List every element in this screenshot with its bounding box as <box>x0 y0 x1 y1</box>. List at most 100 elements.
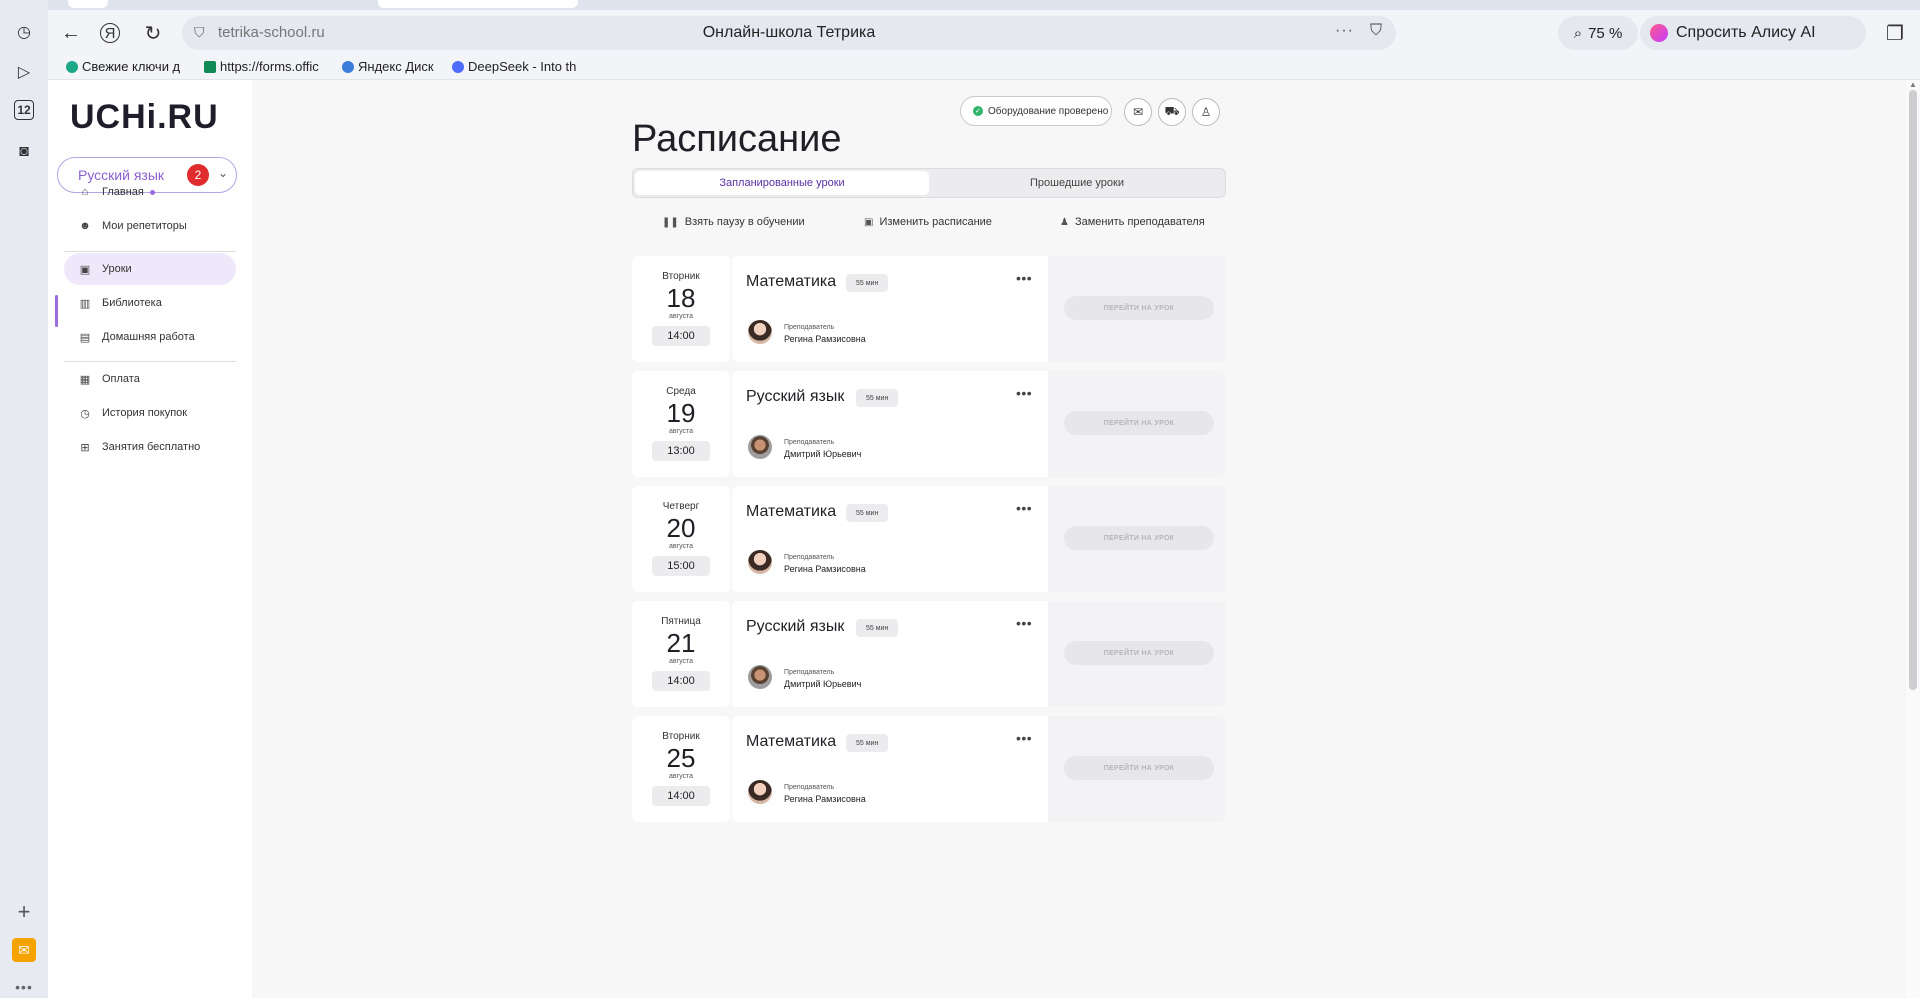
divider <box>64 361 236 362</box>
zoom-button[interactable]: ⌕ 75 % <box>1558 16 1638 50</box>
more-options-icon[interactable]: ••• <box>1016 385 1032 401</box>
equipment-check-badge[interactable]: ✓ Оборудование проверено <box>960 96 1112 126</box>
home-icon: ⌂ <box>81 186 89 198</box>
sidebar-item-homework[interactable]: ▤ Домашняя работа <box>64 321 236 353</box>
replace-teacher-button[interactable]: ♟ Заменить преподавателя <box>1060 216 1205 228</box>
sidebar-item-label: История покупок <box>102 407 188 419</box>
go-to-lesson-button[interactable]: ПЕРЕЙТИ НА УРОК <box>1064 411 1214 435</box>
lesson-row: Пятница 21 августа 14:00 Русский язык 55 мин •… <box>632 601 1226 707</box>
teacher-name: Дмитрий Юрьевич <box>784 449 862 459</box>
teacher-name: Дмитрий Юрьевич <box>784 679 862 689</box>
logo[interactable]: UCHi.RU <box>70 98 219 137</box>
cart-button[interactable]: ⛟ <box>1158 98 1186 126</box>
sidebar-item-home[interactable]: ⌂ Главная <box>64 176 236 208</box>
camera-icon[interactable]: ◙ <box>12 140 36 164</box>
add-icon[interactable]: + <box>12 899 36 924</box>
more-options-icon[interactable]: ••• <box>1016 615 1032 631</box>
lesson-subject: Русский язык <box>746 388 845 405</box>
lesson-card: Математика 55 мин ••• Преподаватель Регина Р… <box>732 716 1226 822</box>
sidebar-item-tutors[interactable]: ☻ Мои репетиторы <box>64 210 236 242</box>
lesson-duration: 55 мин <box>856 619 899 637</box>
alice-label: Спросить Алису AI <box>1676 24 1816 41</box>
more-icon[interactable]: ••• <box>12 975 36 999</box>
scroll-up-icon[interactable]: ▲ <box>1909 80 1917 89</box>
yandex-icon[interactable]: Я <box>100 23 120 43</box>
calendar-icon: ▣ <box>79 263 91 276</box>
reload-icon[interactable]: ↻ <box>140 20 166 46</box>
bookmark-item[interactable]: https://forms.offic <box>204 59 334 74</box>
lesson-duration: 55 мин <box>846 504 889 522</box>
lesson-time: 14:00 <box>652 326 710 346</box>
tab[interactable] <box>68 0 108 8</box>
lesson-day: 19 <box>666 398 696 428</box>
chat-button[interactable]: ✉ <box>1124 98 1152 126</box>
sidebar-item-purchase-history[interactable]: ◷ История покупок <box>64 397 236 429</box>
bookmark-icon[interactable]: ⛉ <box>1370 22 1382 40</box>
sidebar-item-library[interactable]: ▥ Библиотека <box>64 287 236 319</box>
tab-past[interactable]: Прошедшие уроки <box>931 171 1223 195</box>
sidebar-item-lessons[interactable]: ▣ Уроки <box>64 253 236 285</box>
lesson-info <box>732 486 1048 592</box>
bookmark-item[interactable]: Свежие ключи д <box>66 59 196 74</box>
go-to-lesson-button[interactable]: ПЕРЕЙТИ НА УРОК <box>1064 641 1214 665</box>
lesson-info <box>732 716 1048 822</box>
more-options-icon[interactable]: ••• <box>1016 500 1032 516</box>
more-dots-icon[interactable]: ··· <box>1335 22 1354 40</box>
lesson-row: Вторник 25 августа 14:00 Математика 55 мин •••… <box>632 716 1226 822</box>
sidebar-item-label: Главная <box>102 186 144 198</box>
wallet-icon: ▦ <box>79 373 91 386</box>
mail-icon[interactable]: ✉ <box>12 938 36 962</box>
address-field[interactable]: ⛉ tetrika-school.ru Онлайн-школа Тетрика… <box>182 16 1396 50</box>
teacher-name: Регина Рамзисовна <box>784 334 866 344</box>
sidebar-item-label: Занятия бесплатно <box>102 441 201 453</box>
active-indicator <box>55 295 58 327</box>
ask-alice-button[interactable]: Спросить Алису AI <box>1640 16 1866 50</box>
sidebar-item-label: Библиотека <box>102 297 162 309</box>
change-schedule-button[interactable]: ▣ Изменить расписание <box>864 216 992 228</box>
lesson-month: августа <box>668 658 694 665</box>
alice-icon <box>1650 24 1668 42</box>
cloud-icon <box>342 60 354 73</box>
history-icon[interactable]: ◷ <box>12 20 36 44</box>
back-icon[interactable]: ← <box>58 20 84 46</box>
main-content: ✓ Оборудование проверено ✉ ⛟ ♙ Расписани… <box>252 80 1906 998</box>
action-label: Изменить расписание <box>879 216 992 228</box>
action-label: Заменить преподавателя <box>1074 216 1205 228</box>
more-options-icon[interactable]: ••• <box>1016 730 1032 746</box>
go-to-lesson-button[interactable]: ПЕРЕЙТИ НА УРОК <box>1064 756 1214 780</box>
lesson-day: 21 <box>666 628 696 658</box>
teacher-avatar <box>748 780 772 804</box>
scrollbar[interactable]: ▲ <box>1906 80 1920 998</box>
pause-learning-button[interactable]: ❚❚ Взять паузу в обучении <box>662 216 805 228</box>
bookmark-item[interactable]: DeepSeek - Into th <box>452 59 582 74</box>
teacher-name: Регина Рамзисовна <box>784 794 866 804</box>
go-to-lesson-button[interactable]: ПЕРЕЙТИ НА УРОК <box>1064 526 1214 550</box>
more-options-icon[interactable]: ••• <box>1016 270 1032 286</box>
sidebar: UCHi.RU Русский язык 2 ⌄ ⌂ Главная ☻ Мои… <box>48 80 252 998</box>
new-indicator-dot <box>149 189 155 195</box>
sidebar-item-free-lessons[interactable]: ⊞ Занятия бесплатно <box>64 431 236 463</box>
gift-icon: ⊞ <box>80 441 90 454</box>
lesson-duration: 55 мин <box>846 274 889 292</box>
counter-icon[interactable]: 12 <box>14 100 34 120</box>
books-icon: ▥ <box>79 297 91 310</box>
profile-button[interactable]: ♙ <box>1192 98 1220 126</box>
lesson-day: 18 <box>666 283 696 313</box>
equipment-status-text: Оборудование проверено <box>988 105 1109 117</box>
lesson-month: августа <box>668 543 694 550</box>
play-icon[interactable]: ▷ <box>12 60 36 84</box>
teacher-label: Преподаватель <box>784 324 835 331</box>
teacher-label: Преподаватель <box>784 554 835 561</box>
bookmark-favicon-icon <box>66 60 78 73</box>
tab-active[interactable] <box>378 0 578 8</box>
people-icon: ☻ <box>79 220 91 232</box>
lesson-date: Четверг 20 августа 15:00 <box>632 486 730 592</box>
go-to-lesson-button[interactable]: ПЕРЕЙТИ НА УРОК <box>1064 296 1214 320</box>
sidebar-item-payment[interactable]: ▦ Оплата <box>64 363 236 395</box>
scrollbar-thumb[interactable] <box>1909 90 1917 690</box>
tab-planned[interactable]: Запланированные уроки <box>635 171 929 195</box>
search-icon: ⌕ <box>1573 24 1583 42</box>
lesson-month: августа <box>668 313 694 320</box>
collections-icon[interactable]: ❐ <box>1882 20 1908 46</box>
bookmark-item[interactable]: Яндекс Диск <box>342 59 442 74</box>
